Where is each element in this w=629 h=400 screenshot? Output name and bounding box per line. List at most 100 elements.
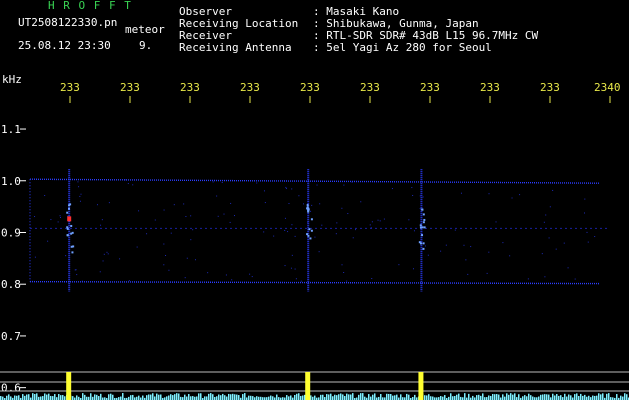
level-bar (14, 395, 16, 400)
noise-speck (371, 278, 373, 280)
noise-speck (163, 243, 165, 245)
level-bar (456, 394, 458, 400)
level-bar (570, 395, 572, 400)
noise-speck (502, 242, 504, 244)
noise-speck (287, 231, 289, 233)
level-bar (46, 394, 48, 400)
meteor-speck (66, 234, 69, 237)
noise-speck (545, 214, 547, 216)
level-bar (154, 396, 156, 400)
noise-speck (183, 203, 185, 205)
y-axis-unit: kHz (2, 73, 22, 86)
level-bar (504, 396, 506, 400)
level-bar (498, 394, 500, 400)
noise-speck (291, 224, 293, 226)
level-bar (314, 395, 316, 400)
level-bar (360, 393, 362, 400)
level-bar (326, 394, 328, 400)
noise-speck (119, 258, 121, 260)
level-bar (472, 395, 474, 400)
level-bar (392, 395, 394, 400)
level-bar (558, 395, 560, 400)
level-bar (464, 393, 466, 400)
noise-speck (303, 203, 305, 205)
level-bar (482, 393, 484, 400)
noise-speck (391, 188, 393, 190)
level-bar (236, 394, 238, 400)
noise-speck (563, 242, 565, 244)
level-bar (542, 394, 544, 400)
noise-speck (422, 196, 424, 198)
noise-speck (284, 229, 286, 231)
noise-speck (460, 192, 462, 194)
noise-speck (445, 244, 447, 246)
level-bar (322, 394, 324, 400)
noise-speck (383, 218, 385, 220)
noise-speck (486, 272, 488, 274)
level-bar (342, 394, 344, 400)
meteor-speck (423, 218, 426, 221)
level-bar (238, 395, 240, 400)
level-bar (184, 394, 186, 400)
noise-speck (294, 235, 296, 237)
level-bar (432, 396, 434, 400)
noise-speck (132, 184, 134, 186)
noise-speck (454, 229, 456, 231)
noise-speck (470, 246, 472, 248)
meteor-speck (418, 241, 421, 244)
meteor-speck (308, 228, 311, 231)
level-bar (58, 394, 60, 400)
level-bar (544, 394, 546, 400)
level-bar (192, 396, 194, 400)
noise-speck (264, 202, 266, 204)
level-bar (44, 393, 46, 400)
level-bar (370, 396, 372, 400)
level-bar (352, 393, 354, 400)
level-bar (48, 393, 50, 400)
noise-speck (34, 216, 36, 218)
noise-speck (316, 184, 318, 186)
noise-speck (190, 239, 192, 241)
noise-speck (341, 264, 343, 266)
level-bar (530, 395, 532, 400)
noise-speck (128, 280, 130, 282)
level-bar (232, 393, 234, 400)
noise-speck (273, 235, 275, 237)
level-bar (84, 394, 86, 400)
level-bar (552, 393, 554, 400)
level-bar (452, 396, 454, 400)
noise-speck (527, 278, 529, 280)
level-bar (8, 394, 10, 400)
level-bar (152, 393, 154, 400)
level-bar (2, 396, 4, 400)
noise-speck (163, 264, 165, 266)
noise-speck (549, 206, 551, 208)
level-bar (524, 395, 526, 400)
level-bar (76, 395, 78, 400)
level-bar (82, 393, 84, 400)
y-tick-label: 0.7 (1, 330, 21, 343)
noise-speck (50, 219, 52, 221)
meteor-speck (71, 251, 74, 254)
noise-speck (351, 181, 353, 183)
level-bar (120, 396, 122, 400)
noise-speck (343, 272, 345, 274)
level-bar (348, 394, 350, 400)
level-bar (216, 396, 218, 400)
level-bar (64, 396, 66, 400)
noise-speck (343, 184, 345, 186)
level-bar (492, 393, 494, 400)
noise-speck (295, 278, 297, 280)
noise-speck (586, 231, 588, 233)
level-peak (418, 372, 424, 400)
noise-speck (212, 181, 214, 183)
meteor-speck (422, 242, 425, 245)
level-bar (372, 394, 374, 400)
noise-speck (412, 268, 414, 270)
level-bar (6, 395, 8, 400)
noise-speck (186, 257, 188, 259)
level-bar (350, 394, 352, 400)
level-bar (594, 395, 596, 400)
x-tick-label: 233 (120, 81, 140, 94)
meteor-speck (306, 233, 309, 236)
